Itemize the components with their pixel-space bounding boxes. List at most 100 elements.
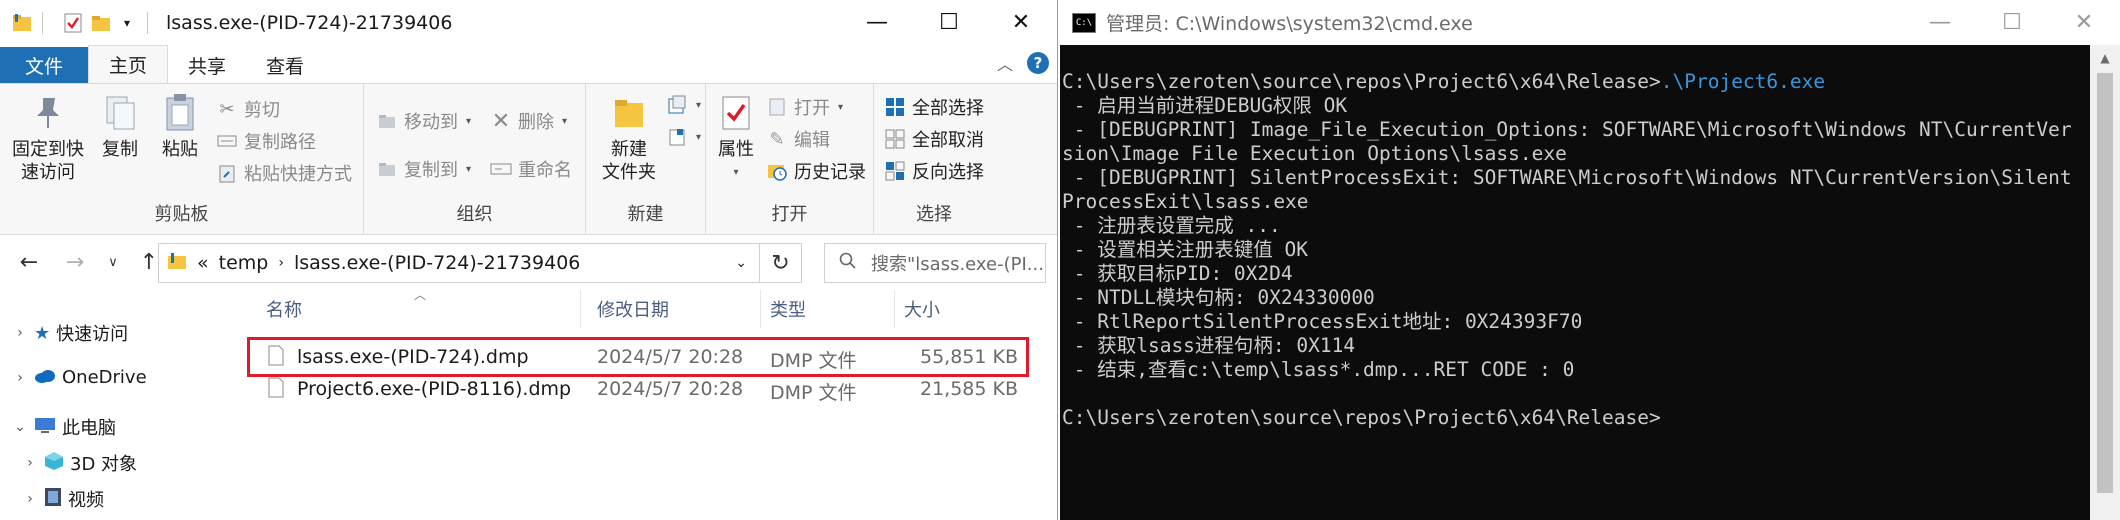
rename-button[interactable]: 重命名 xyxy=(490,156,572,182)
star-icon: ★ xyxy=(34,322,51,344)
new-folder-button[interactable]: 新建 文件夹 xyxy=(596,92,662,184)
maximize-button[interactable]: ☐ xyxy=(913,0,985,45)
open-button[interactable]: 打开 ▾ xyxy=(766,94,843,120)
select-none-button[interactable]: 全部取消 xyxy=(884,126,984,152)
collapse-ribbon-icon[interactable]: ︿ xyxy=(997,51,1013,75)
chevron-down-icon[interactable]: ⌄ xyxy=(735,255,747,271)
chevron-right-icon[interactable]: › xyxy=(20,455,40,471)
customize-toolbar-icon[interactable]: ▾ xyxy=(115,11,139,35)
breadcrumb-temp[interactable]: temp xyxy=(219,252,269,274)
refresh-icon[interactable]: ↻ xyxy=(760,243,802,283)
film-icon xyxy=(44,487,62,512)
invert-selection-icon xyxy=(884,160,906,182)
cmd-icon: C:\ xyxy=(1072,12,1096,33)
column-header-name[interactable]: 名称 xyxy=(266,296,302,322)
minimize-button[interactable]: — xyxy=(841,0,913,45)
pin-quick-access-button[interactable]: 固定到快 速访问 xyxy=(6,92,90,184)
history-button[interactable]: 历史记录 xyxy=(766,158,866,184)
clipboard-group: 固定到快 速访问 复制 粘贴 ✂ 剪切 复制路径 粘贴快捷方式 剪贴板 xyxy=(0,84,364,234)
file-type: DMP 文件 xyxy=(770,382,857,404)
scroll-up-icon[interactable]: ▲ xyxy=(2090,51,2120,65)
close-button[interactable]: ✕ xyxy=(2048,0,2120,45)
back-arrow-icon[interactable]: ← xyxy=(14,250,44,275)
computer-icon xyxy=(34,416,56,439)
separator xyxy=(147,11,148,34)
ribbon-tabs: 文件 主页 共享 查看 ︿ ? xyxy=(0,45,1057,83)
group-label-new: 新建 xyxy=(627,204,664,225)
column-header-size[interactable]: 大小 xyxy=(904,296,940,322)
copy-to-button[interactable]: 复制到 ▾ xyxy=(376,156,471,182)
column-header-type[interactable]: 类型 xyxy=(770,296,806,322)
select-all-icon xyxy=(884,96,906,118)
easy-access-button[interactable]: ▾ xyxy=(666,126,701,148)
cut-button[interactable]: ✂ 剪切 xyxy=(216,96,280,122)
delete-button[interactable]: ✕ 删除 ▾ xyxy=(490,108,567,134)
rename-icon xyxy=(490,158,512,180)
history-icon xyxy=(766,160,788,182)
chevron-down-icon[interactable]: ⌄ xyxy=(10,419,30,435)
close-button[interactable]: ✕ xyxy=(985,0,1057,45)
minimize-button[interactable]: — xyxy=(1904,0,1976,45)
window-title: lsass.exe-(PID-724)-21739406 xyxy=(166,11,453,34)
paste-shortcut-button[interactable]: 粘贴快捷方式 xyxy=(216,160,352,186)
search-input[interactable]: 搜索"lsass.exe-(PI... xyxy=(824,243,1046,283)
nav-item-quick-access[interactable]: › ★ 快速访问 xyxy=(10,320,128,346)
navigation-pane: › ★ 快速访问 › OneDrive ⌄ 此电脑 › 3D 对象 › 视频 xyxy=(0,290,238,520)
console-output[interactable]: C:\Users\zeroten\source\repos\Project6\x… xyxy=(1062,70,2092,430)
console-line: - 设置相关注册表键值 OK xyxy=(1062,238,1308,261)
tab-home[interactable]: 主页 xyxy=(88,45,169,83)
cube-icon xyxy=(44,451,64,476)
console-line: - [DEBUGPRINT] SilentProcessExit: SOFTWA… xyxy=(1062,166,2072,189)
console-command: .\Project6.exe xyxy=(1660,70,1826,93)
tab-file[interactable]: 文件 xyxy=(0,47,88,83)
breadcrumb-overflow[interactable]: « xyxy=(197,252,209,274)
forward-arrow-icon[interactable]: → xyxy=(60,250,90,275)
edit-icon: ✎ xyxy=(769,128,785,150)
recent-locations-icon[interactable]: ∨ xyxy=(98,255,128,270)
folder-icon xyxy=(10,11,34,35)
ribbon: 固定到快 速访问 复制 粘贴 ✂ 剪切 复制路径 粘贴快捷方式 剪贴板 移动到 … xyxy=(0,83,1057,235)
nav-item-videos[interactable]: › 视频 xyxy=(20,486,104,512)
properties-icon[interactable] xyxy=(61,11,85,35)
nav-item-onedrive[interactable]: › OneDrive xyxy=(10,367,146,388)
new-folder-icon[interactable] xyxy=(89,11,113,35)
help-icon[interactable]: ? xyxy=(1027,52,1049,74)
chevron-right-icon[interactable]: › xyxy=(278,255,284,271)
invert-selection-button[interactable]: 反向选择 xyxy=(884,158,984,184)
chevron-right-icon[interactable]: › xyxy=(10,370,30,386)
maximize-button[interactable]: ☐ xyxy=(1976,0,2048,45)
chevron-right-icon[interactable]: › xyxy=(10,325,30,341)
tab-view[interactable]: 查看 xyxy=(246,47,324,83)
tab-share[interactable]: 共享 xyxy=(168,47,246,83)
open-icon xyxy=(766,96,788,118)
new-item-button[interactable]: ▾ xyxy=(666,94,701,116)
copy-path-button[interactable]: 复制路径 xyxy=(216,128,316,154)
move-to-button[interactable]: 移动到 ▾ xyxy=(376,108,471,134)
select-all-button[interactable]: 全部选择 xyxy=(884,94,984,120)
file-explorer-window: ▾ lsass.exe-(PID-724)-21739406 — ☐ ✕ 文件 … xyxy=(0,0,1058,520)
vertical-scrollbar[interactable]: ▲ xyxy=(2090,45,2120,520)
column-divider[interactable] xyxy=(760,290,761,328)
nav-item-this-pc[interactable]: ⌄ 此电脑 xyxy=(10,414,116,440)
file-icon xyxy=(268,377,284,403)
column-divider[interactable] xyxy=(580,290,581,328)
edit-button[interactable]: ✎ 编辑 xyxy=(766,126,830,152)
copy-icon xyxy=(100,92,140,134)
column-divider[interactable] xyxy=(894,290,895,328)
address-bar[interactable]: « temp › lsass.exe-(PID-724)-21739406 ⌄ xyxy=(158,243,760,283)
column-header-date[interactable]: 修改日期 xyxy=(597,296,669,322)
table-row[interactable]: Project6.exe-(PID-8116).dmp 2024/5/7 20:… xyxy=(240,374,1057,404)
properties-button[interactable]: 属性 ▾ xyxy=(710,92,762,184)
nav-item-3d-objects[interactable]: › 3D 对象 xyxy=(20,450,137,476)
cloud-icon xyxy=(34,367,56,388)
scrollbar-thumb[interactable] xyxy=(2097,73,2113,493)
paste-button[interactable]: 粘贴 xyxy=(154,92,206,161)
address-row: ← → ∨ ↑ « temp › lsass.exe-(PID-724)-217… xyxy=(0,235,1057,290)
copy-button[interactable]: 复制 xyxy=(94,92,146,161)
console-line: - RtlReportSilentProcessExit地址: 0X24393F… xyxy=(1062,310,1583,333)
breadcrumb-current[interactable]: lsass.exe-(PID-724)-21739406 xyxy=(294,252,580,274)
select-group: 全部选择 全部取消 反向选择 选择 xyxy=(874,84,994,234)
console-line: - 结束,查看c:\temp\lsass*.dmp...RET CODE : 0 xyxy=(1062,358,1575,381)
chevron-right-icon[interactable]: › xyxy=(20,491,40,507)
file-date: 2024/5/7 20:28 xyxy=(597,378,744,400)
